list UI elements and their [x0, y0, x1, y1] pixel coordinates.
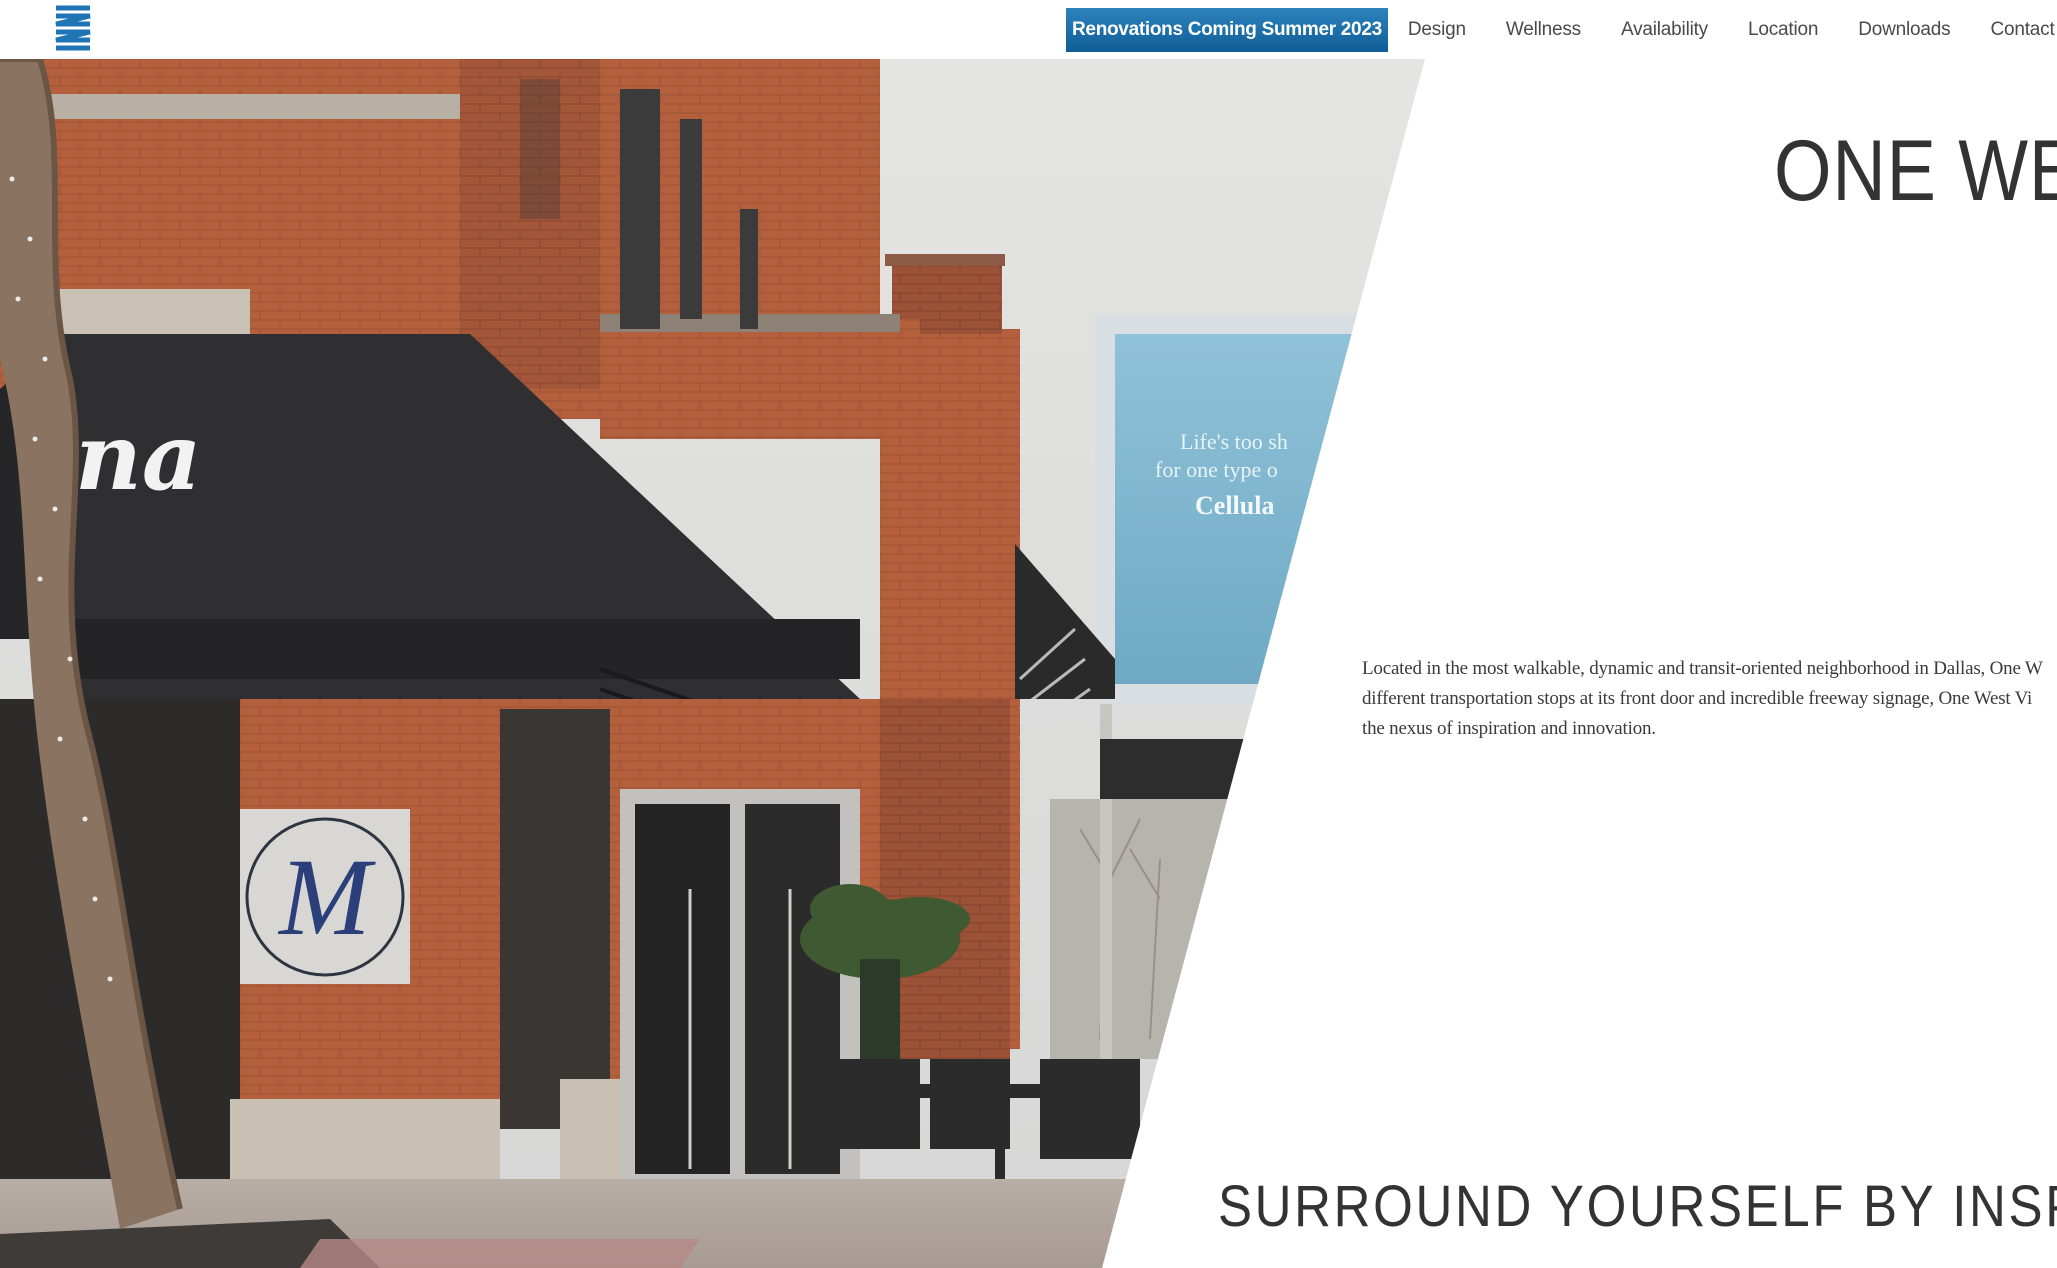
hero-photo: Life's too sh for one type o Cellula ina… — [0, 59, 1425, 1268]
nav-item-location[interactable]: Location — [1748, 19, 1818, 41]
nav-item-design[interactable]: Design — [1408, 19, 1466, 41]
nav-item-wellness[interactable]: Wellness — [1506, 19, 1581, 41]
renovations-cta-button[interactable]: Renovations Coming Summer 2023 — [1066, 7, 1388, 52]
nav-item-downloads[interactable]: Downloads — [1858, 19, 1950, 41]
nav-item-availability[interactable]: Availability — [1621, 19, 1708, 41]
billboard-text-1: Life's too sh — [1180, 429, 1288, 454]
hero-description-line-3: the nexus of inspiration and innovation. — [1362, 718, 1656, 739]
logo[interactable] — [50, 4, 96, 54]
storefront-image: Life's too sh for one type o Cellula ina… — [0, 59, 1425, 1268]
hero-description: Located in the most walkable, dynamic an… — [1362, 654, 2057, 744]
hero-description-line-1: Located in the most walkable, dynamic an… — [1362, 658, 2043, 679]
hero-title: ONE WES — [1774, 123, 2057, 219]
billboard-text-3: Cellula — [1195, 491, 1274, 520]
m-sign-letter: M — [277, 836, 376, 958]
hero-description-line-2: different transportation stops at its fr… — [1362, 688, 2033, 709]
page: Renovations Coming Summer 2023 Design We… — [0, 0, 2057, 1268]
site-header: Renovations Coming Summer 2023 Design We… — [0, 0, 2057, 59]
main-nav: Renovations Coming Summer 2023 Design We… — [1066, 7, 2055, 52]
billboard-text-2: for one type o — [1155, 457, 1278, 482]
section-heading: SURROUND YOURSELF BY INSPI — [1218, 1174, 2057, 1239]
logo-mark-icon — [55, 5, 91, 51]
nav-item-contact[interactable]: Contact — [1990, 19, 2054, 41]
